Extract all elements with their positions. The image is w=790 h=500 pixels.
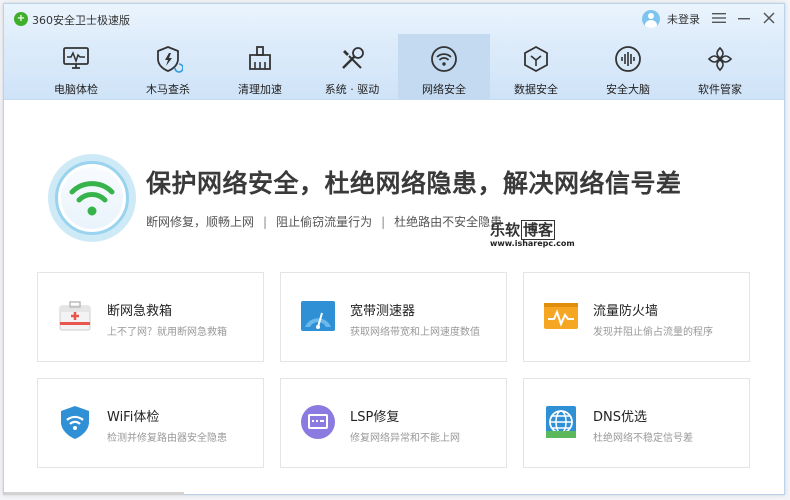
title-bar: + 360安全卫士极速版 未登录 xyxy=(4,4,784,34)
card-title: DNS优选 xyxy=(593,410,647,425)
avatar-icon xyxy=(642,10,660,28)
dns-globe-icon xyxy=(542,403,580,441)
subtitle-separator: | xyxy=(381,215,386,229)
card-desc: 杜绝网络不稳定信号差 xyxy=(593,433,693,444)
tab-network-security[interactable]: 网络安全 xyxy=(398,34,490,100)
tool-card-wifi-check[interactable]: WiFi体检 检测并修复路由器安全隐患 xyxy=(37,378,264,468)
first-aid-kit-icon xyxy=(56,297,94,335)
card-title: WiFi体检 xyxy=(107,410,160,425)
card-title: 流量防火墙 xyxy=(593,304,659,319)
subtitle-separator: | xyxy=(263,215,268,229)
tab-label: 电脑体检 xyxy=(54,83,98,96)
app-title: 360安全卫士极速版 xyxy=(32,14,130,27)
monitor-icon xyxy=(61,44,91,74)
app-logo-icon: + xyxy=(14,12,28,26)
tab-security-brain[interactable]: 安全大脑 xyxy=(582,34,674,100)
tool-card-lsp-repair[interactable]: LSP修复 修复网络异常和不能上网 xyxy=(280,378,507,468)
app-window: + 360安全卫士极速版 未登录 电脑体检 木马查杀 清理加速 系统 · 驱动 … xyxy=(3,3,785,495)
tab-label: 网络安全 xyxy=(422,83,466,96)
card-desc: 发现并阻止偷占流量的程序 xyxy=(593,327,713,338)
main-nav: 电脑体检 木马查杀 清理加速 系统 · 驱动 网络安全 数据安全 安全大脑 软件… xyxy=(4,34,784,100)
apps-icon xyxy=(705,44,735,74)
tab-cleanup[interactable]: 清理加速 xyxy=(214,34,306,100)
subtitle-part: 断网修复，顺畅上网 xyxy=(146,215,255,229)
card-desc: 检测并修复路由器安全隐患 xyxy=(107,433,227,444)
watermark-boxed-text: 博客 xyxy=(521,220,556,240)
broom-icon xyxy=(245,44,275,74)
page-title: 保护网络安全，杜绝网络隐患，解决网络信号差 xyxy=(146,169,682,198)
tab-label: 安全大脑 xyxy=(606,83,650,96)
tool-card-network-first-aid[interactable]: 断网急救箱 上不了网？就用断网急救箱 xyxy=(37,272,264,362)
wifi-icon xyxy=(429,44,459,74)
subtitle-part: 阻止偷窃流量行为 xyxy=(276,215,373,229)
card-title: 断网急救箱 xyxy=(107,304,173,319)
tab-label: 系统 · 驱动 xyxy=(324,83,380,96)
tool-card-dns-optimize[interactable]: DNS优选 杜绝网络不稳定信号差 xyxy=(523,378,750,468)
tab-label: 木马查杀 xyxy=(146,83,190,96)
traffic-firewall-icon xyxy=(542,297,580,335)
tab-label: 软件管家 xyxy=(698,83,742,96)
login-text: 未登录 xyxy=(667,13,700,26)
tab-pc-checkup[interactable]: 电脑体检 xyxy=(30,34,122,100)
shield-icon xyxy=(153,44,184,74)
speedometer-icon xyxy=(299,297,337,335)
wifi-shield-icon xyxy=(56,403,94,441)
tools-icon xyxy=(337,44,367,74)
network-security-badge xyxy=(48,154,136,242)
horizontal-scrollbar[interactable] xyxy=(4,492,184,495)
tool-card-speed-test[interactable]: 宽带测速器 获取网络带宽和上网速度数值 xyxy=(280,272,507,362)
card-desc: 上不了网？就用断网急救箱 xyxy=(107,327,227,338)
watermark: 乐软 博客 www.isharepc.com xyxy=(490,220,575,250)
tab-data-security[interactable]: 数据安全 xyxy=(490,34,582,100)
login-button[interactable]: 未登录 xyxy=(642,10,700,28)
menu-icon[interactable] xyxy=(710,10,728,28)
tool-card-traffic-firewall[interactable]: 流量防火墙 发现并阻止偷占流量的程序 xyxy=(523,272,750,362)
data-shield-icon xyxy=(521,44,551,74)
watermark-url: www.isharepc.com xyxy=(490,239,575,248)
card-title: 宽带测速器 xyxy=(350,304,416,319)
brain-icon xyxy=(613,44,643,74)
tab-label: 清理加速 xyxy=(238,83,282,96)
watermark-text: 乐软 xyxy=(490,221,521,239)
tab-label: 数据安全 xyxy=(514,83,558,96)
card-desc: 修复网络异常和不能上网 xyxy=(350,433,460,444)
minimize-icon[interactable] xyxy=(735,10,753,28)
tab-trojan-scan[interactable]: 木马查杀 xyxy=(122,34,214,100)
header-band: + 360安全卫士极速版 未登录 电脑体检 木马查杀 清理加速 系统 · 驱动 … xyxy=(4,4,784,100)
lsp-repair-icon xyxy=(299,403,337,441)
tab-system-driver[interactable]: 系统 · 驱动 xyxy=(306,34,398,100)
wifi-large-icon xyxy=(69,181,115,216)
card-desc: 获取网络带宽和上网速度数值 xyxy=(350,327,480,338)
subtitle-part: 杜绝路由不安全隐患 xyxy=(394,215,503,229)
hero-subtitle: 断网修复，顺畅上网 | 阻止偷窃流量行为 | 杜绝路由不安全隐患 xyxy=(146,213,502,230)
close-icon[interactable] xyxy=(760,10,778,28)
tab-software-manager[interactable]: 软件管家 xyxy=(674,34,766,100)
card-title: LSP修复 xyxy=(350,410,400,425)
